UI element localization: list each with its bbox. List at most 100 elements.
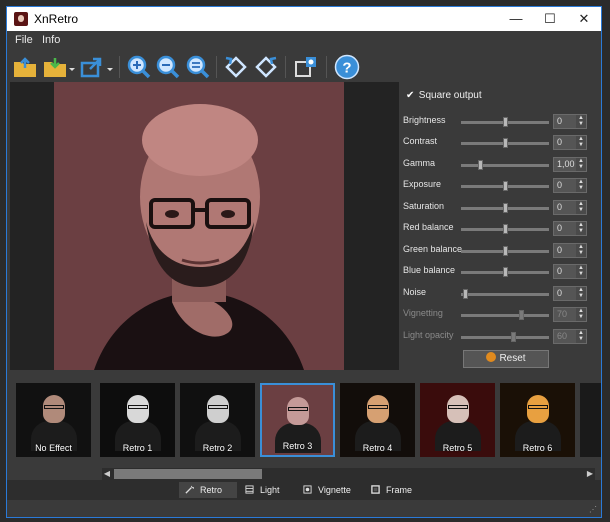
preset-thumbnail[interactable]: Retro 1 [100,383,175,457]
spin-down-icon[interactable]: ▼ [576,228,586,234]
slider-track[interactable] [461,224,549,234]
preset-thumbnail[interactable]: No Effect [16,383,91,457]
preset-thumbnail-partial[interactable] [580,383,601,457]
slider-track[interactable] [461,246,549,256]
spin-down-icon[interactable]: ▼ [576,164,586,170]
slider-track [461,310,549,320]
slider-track[interactable] [461,289,549,299]
spin-arrows-icon[interactable]: ▲ ▼ [576,201,586,214]
preset-thumbnail[interactable]: Retro 4 [340,383,415,457]
preset-scrollbar[interactable]: ◀ ▶ [102,468,595,480]
spin-down-icon[interactable]: ▼ [576,207,586,213]
zoom-fit-icon[interactable] [185,54,211,80]
save-dropdown-icon[interactable] [67,54,77,80]
preset-label: Retro 4 [362,443,393,453]
slider-thumb [511,332,516,342]
menu-bar: File Info [7,31,601,50]
app-window: XnRetro — ☐ ✕ File Info ? ✔ Square outpu… [6,6,602,518]
window-title: XnRetro [34,12,79,26]
spin-down-icon[interactable]: ▼ [576,293,586,299]
reset-button[interactable]: Reset [463,350,549,368]
spin-arrows-icon[interactable]: ▲ ▼ [576,222,586,235]
help-icon[interactable]: ? [334,54,360,80]
scroll-left-icon[interactable]: ◀ [102,468,112,480]
spin-down-icon[interactable]: ▼ [576,142,586,148]
spin-arrows-icon[interactable]: ▲ ▼ [576,158,586,171]
value-spinbox[interactable]: 0 ▲ ▼ [553,264,587,279]
value-spinbox[interactable]: 0 ▲ ▼ [553,135,587,150]
value-spinbox[interactable]: 0 ▲ ▼ [553,286,587,301]
tab-frame-label: Frame [386,485,413,495]
tab-retro-label: Retro [200,485,223,495]
spin-arrows-icon[interactable]: ▲ ▼ [576,244,586,257]
minimize-button[interactable]: — [499,7,533,31]
preset-thumbnail[interactable]: Retro 3 [260,383,335,457]
tab-retro[interactable]: Retro [179,482,237,498]
slider-thumb[interactable] [463,289,468,299]
scroll-right-icon[interactable]: ▶ [585,468,595,480]
slider-thumb[interactable] [503,181,508,191]
slider-thumb[interactable] [503,203,508,213]
reset-label: Reset [499,353,526,364]
value-spinbox[interactable]: 0 ▲ ▼ [553,114,587,129]
menu-info[interactable]: Info [42,34,60,46]
slider-track[interactable] [461,267,549,277]
zoom-out-icon[interactable] [155,54,181,80]
slider-track[interactable] [461,160,549,170]
reset-icon [486,352,497,362]
preset-thumbnail[interactable]: Retro 5 [420,383,495,457]
slider-thumb[interactable] [503,224,508,234]
settings-icon[interactable] [293,54,319,80]
value-spinbox[interactable]: 0 ▲ ▼ [553,243,587,258]
spin-down-icon[interactable]: ▼ [576,185,586,191]
square-output-checkbox[interactable]: ✔ Square output [406,90,482,101]
share-dropdown-icon[interactable] [105,54,115,80]
spin-arrows-icon[interactable]: ▲ ▼ [576,179,586,192]
spin-arrows-icon[interactable]: ▲ ▼ [576,136,586,149]
tab-light[interactable]: Light [239,482,295,498]
slider-row-exposure: Exposure 0 ▲ ▼ [399,175,601,195]
close-button[interactable]: ✕ [567,7,601,31]
tab-frame[interactable]: Frame [365,482,425,498]
spin-down-icon: ▼ [578,336,584,342]
slider-thumb[interactable] [503,267,508,277]
slider-track[interactable] [461,181,549,191]
scrollbar-thumb[interactable] [114,469,262,479]
slider-track[interactable] [461,117,549,127]
image-viewer[interactable] [10,82,399,370]
menu-file[interactable]: File [15,34,33,46]
open-folder-icon[interactable] [12,54,38,80]
rotate-left-icon[interactable] [223,54,249,80]
slider-thumb[interactable] [503,117,508,127]
toolbar-separator [285,56,286,78]
spin-arrows-icon[interactable]: ▲ ▼ [576,115,586,128]
spin-down-icon[interactable]: ▼ [576,271,586,277]
spin-arrows-icon[interactable]: ▲ ▼ [576,287,586,300]
slider-thumb[interactable] [503,138,508,148]
slider-thumb[interactable] [478,160,483,170]
help-question-mark: ? [342,60,351,77]
thumbnail-glasses [527,405,548,409]
rotate-right-icon[interactable] [253,54,279,80]
zoom-in-icon[interactable] [126,54,152,80]
square-output-label: Square output [418,90,482,101]
maximize-button[interactable]: ☐ [533,7,567,31]
spin-down-icon[interactable]: ▼ [576,121,586,127]
preset-thumbnail[interactable]: Retro 2 [180,383,255,457]
tab-vignette[interactable]: Vignette [297,482,361,498]
value-spinbox[interactable]: 0 ▲ ▼ [553,200,587,215]
value-spinbox[interactable]: 0 ▲ ▼ [553,221,587,236]
spin-down-icon[interactable]: ▼ [576,250,586,256]
value-spinbox[interactable]: 0 ▲ ▼ [553,178,587,193]
spin-arrows-icon[interactable]: ▲ ▼ [576,265,586,278]
save-icon[interactable] [42,54,68,80]
slider-label: Gamma [403,158,436,168]
slider-track[interactable] [461,138,549,148]
slider-track[interactable] [461,203,549,213]
value-spinbox[interactable]: 1,00 ▲ ▼ [553,157,587,172]
slider-thumb[interactable] [503,246,508,256]
share-icon[interactable] [79,54,105,80]
resize-grip-icon[interactable]: ⋰ [589,505,597,514]
preset-thumbnail[interactable]: Retro 6 [500,383,575,457]
slider-row-brightness: Brightness 0 ▲ ▼ [399,111,601,131]
